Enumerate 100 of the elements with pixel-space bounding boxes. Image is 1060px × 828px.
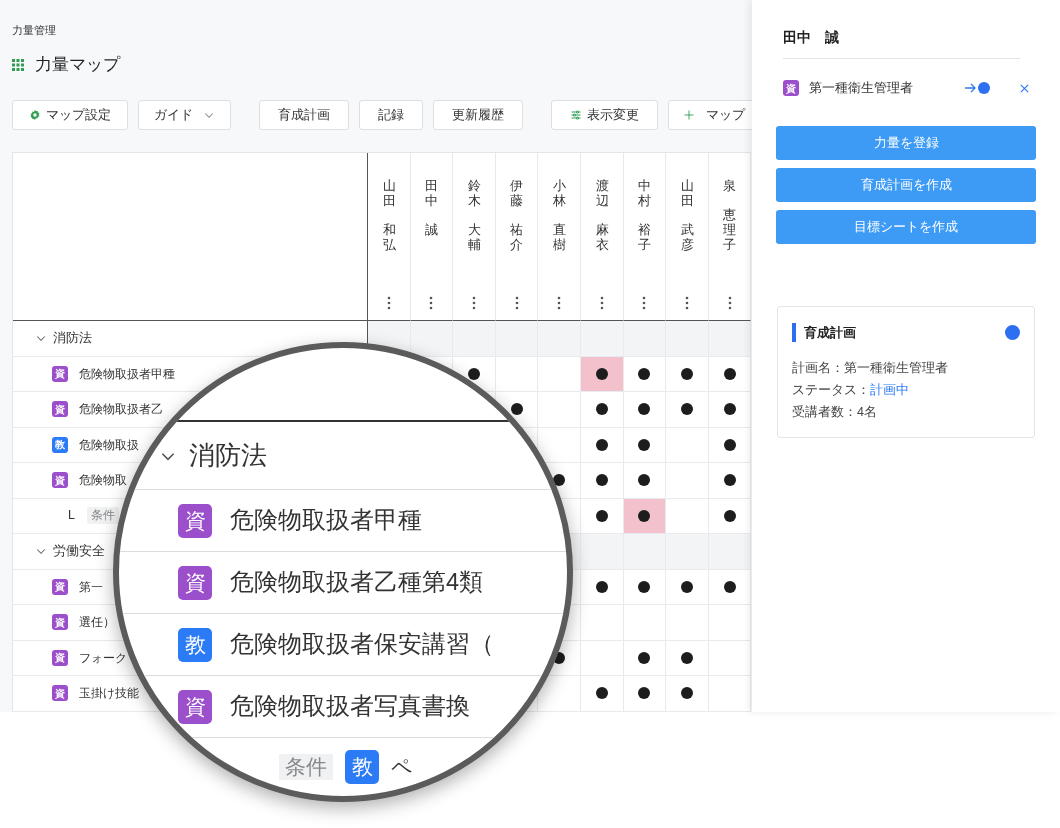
status-link[interactable]: 計画中 <box>870 378 909 401</box>
dot-mark <box>723 580 736 593</box>
marked-cell[interactable] <box>623 427 667 463</box>
dot-mark <box>595 509 608 522</box>
member-family-name: 泉 <box>723 179 736 194</box>
skill-label[interactable]: 危険物取扱者甲種 <box>230 502 422 539</box>
close-icon[interactable] <box>1019 82 1030 94</box>
category-badge: 資 <box>52 685 68 702</box>
display-button[interactable]: 表示変更 <box>551 100 658 130</box>
category-badge: 資 <box>52 401 68 418</box>
more-icon[interactable] <box>386 296 391 310</box>
group-label: 労働安全 <box>53 542 105 560</box>
marked-cell[interactable] <box>580 498 624 534</box>
marked-cell[interactable] <box>666 392 709 428</box>
member-family-name: 中村 <box>638 179 651 209</box>
marked-cell[interactable] <box>623 676 667 712</box>
guide-dropdown[interactable]: ガイド <box>138 100 231 130</box>
highlighted-cell[interactable] <box>623 498 667 534</box>
page-title: 力量マップ <box>35 54 120 77</box>
category-badge: 資 <box>52 614 68 631</box>
more-icon[interactable] <box>684 296 689 310</box>
marked-cell[interactable] <box>580 463 624 499</box>
skill-label[interactable]: 玉掛け技能 <box>79 684 139 703</box>
dot-mark <box>638 687 651 700</box>
skill-label[interactable]: ペ <box>391 751 413 783</box>
marked-cell[interactable] <box>708 356 752 392</box>
more-icon[interactable] <box>642 296 647 310</box>
marked-cell[interactable] <box>623 356 667 392</box>
marked-cell[interactable] <box>623 463 667 499</box>
highlighted-cell[interactable] <box>580 356 624 392</box>
dot-mark <box>595 367 608 380</box>
breadcrumb[interactable]: 力量管理 <box>12 22 56 38</box>
marked-cell[interactable] <box>623 640 667 676</box>
category-badge: 資 <box>52 472 68 489</box>
marked-cell[interactable] <box>580 676 624 712</box>
member-given-name: 武彦 <box>680 223 694 253</box>
marked-cell[interactable] <box>580 392 624 428</box>
skill-name: 第一種衛生管理者 <box>809 79 913 98</box>
marked-cell[interactable] <box>708 427 752 463</box>
gear-icon <box>29 109 41 121</box>
child-marker: L <box>68 507 75 525</box>
marked-cell[interactable] <box>708 392 752 428</box>
category-badge: 資 <box>52 649 68 666</box>
skill-label[interactable]: 危険物取 <box>79 471 127 490</box>
category-badge: 資 <box>783 80 799 96</box>
member-family-name: 小林 <box>552 179 566 209</box>
skill-label[interactable]: 危険物取扱者乙種第4類 <box>230 564 484 601</box>
marked-cell[interactable] <box>708 498 752 534</box>
marked-cell[interactable] <box>623 392 667 428</box>
more-icon[interactable] <box>472 296 476 310</box>
skill-label[interactable]: 危険物取扱者保安講習（ <box>230 626 494 663</box>
category-badge: 教 <box>52 436 68 453</box>
marked-cell[interactable] <box>708 463 752 499</box>
group-label: 消防法 <box>189 439 267 472</box>
marked-cell[interactable] <box>580 569 624 605</box>
category-badge: 資 <box>52 365 68 382</box>
skill-label[interactable]: 危険物取扱 <box>79 435 139 454</box>
toolbar-button[interactable]: 育成計画 <box>259 100 349 130</box>
grid-icon <box>12 59 24 71</box>
dot-mark <box>723 474 736 487</box>
settings-button[interactable]: マップ設定 <box>12 100 128 130</box>
condition-tag: 条件 <box>86 507 119 525</box>
more-icon[interactable] <box>514 296 519 310</box>
dot-mark <box>680 651 693 664</box>
category-badge: 資 <box>178 689 212 724</box>
more-icon[interactable] <box>599 296 604 310</box>
add-button[interactable]: マップ <box>668 100 752 130</box>
more-icon[interactable] <box>429 296 434 310</box>
dot-mark <box>595 474 608 487</box>
skill-label[interactable]: 第一 <box>79 577 103 596</box>
member-given-name: 恵理子 <box>723 208 736 253</box>
skill-label[interactable]: 危険物取扱者乙 <box>79 400 163 419</box>
toolbar-button[interactable]: 記録 <box>359 100 423 130</box>
card-title: 育成計画 <box>804 324 856 342</box>
dot-mark <box>553 474 566 487</box>
skill-label[interactable]: 危険物取扱者甲種 <box>79 364 175 383</box>
marked-cell[interactable] <box>666 356 709 392</box>
marked-cell[interactable] <box>580 427 624 463</box>
marked-cell[interactable] <box>708 569 752 605</box>
marked-cell[interactable] <box>666 640 709 676</box>
plus-icon <box>683 109 695 121</box>
skill-label[interactable]: 危険物取扱者写真書換 <box>230 688 470 725</box>
more-icon[interactable] <box>557 296 562 310</box>
plan-detail-label: ステータス： <box>792 381 870 399</box>
toolbar-button[interactable]: 更新履歴 <box>433 100 523 130</box>
dot-mark <box>680 687 693 700</box>
dot-mark <box>723 367 736 380</box>
dot-mark <box>595 687 608 700</box>
more-icon[interactable] <box>727 296 732 310</box>
dot-mark <box>680 367 693 380</box>
dot-mark <box>638 438 651 451</box>
dot-mark <box>638 509 651 522</box>
marked-cell[interactable] <box>666 676 709 712</box>
category-badge: 教 <box>345 750 379 784</box>
marked-cell[interactable] <box>666 569 709 605</box>
condition-tag: 条件 <box>279 754 333 780</box>
skill-label[interactable]: 選任） <box>79 613 115 632</box>
dot-mark <box>680 403 693 416</box>
dot-mark <box>723 403 736 416</box>
marked-cell[interactable] <box>623 569 667 605</box>
